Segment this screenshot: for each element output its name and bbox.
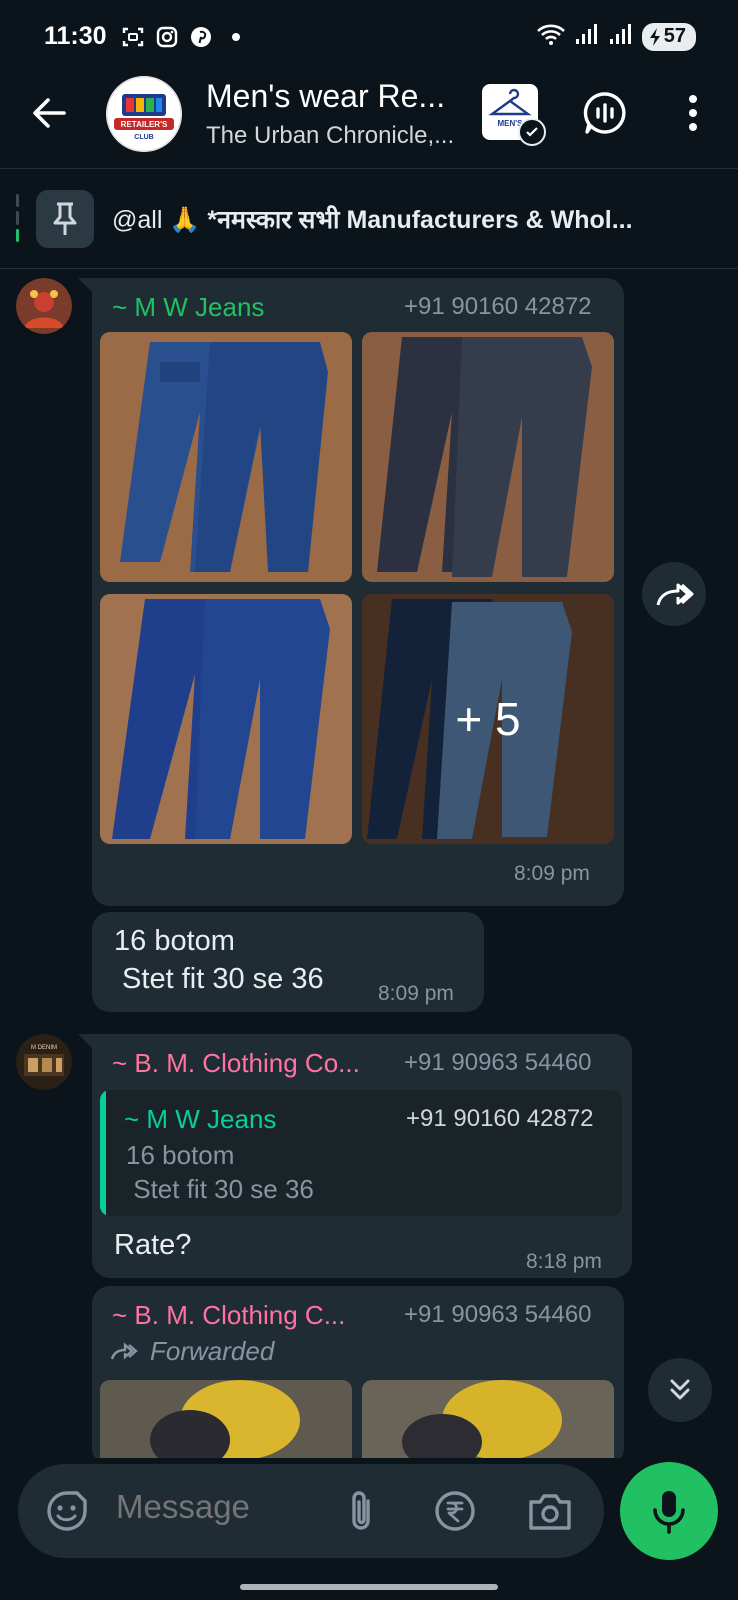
quote-bar xyxy=(100,1090,106,1216)
quoted-text-line2: Stet fit 30 se 36 xyxy=(126,1174,314,1204)
voice-message-button[interactable] xyxy=(620,1462,718,1560)
svg-text:RETAILER'S: RETAILER'S xyxy=(121,120,168,129)
svg-text:M DENIM: M DENIM xyxy=(31,1045,57,1051)
pinterest-icon xyxy=(188,24,214,50)
message-input[interactable] xyxy=(116,1488,336,1526)
message-time: 8:18 pm xyxy=(526,1250,602,1273)
screenshot-icon xyxy=(120,24,146,50)
scroll-to-bottom-button[interactable] xyxy=(648,1358,712,1422)
message-sender[interactable]: ~ B. M. Clothing Co... xyxy=(112,1048,360,1079)
chat-header: RETAILER'S CLUB Men's wear Re... The Urb… xyxy=(0,72,738,168)
attach-button[interactable] xyxy=(338,1486,384,1536)
notification-dot xyxy=(232,33,240,41)
pinned-bold-text: *नमस्कार सभी Manufacturers & Whol... xyxy=(207,206,633,234)
album-photo-1[interactable] xyxy=(100,332,352,582)
rupee-icon xyxy=(435,1491,475,1531)
forwarded-photo-1[interactable] xyxy=(100,1380,352,1458)
pinned-divider xyxy=(0,268,738,269)
mic-icon xyxy=(653,1491,685,1534)
chat-title[interactable]: Men's wear Re... xyxy=(206,78,445,115)
pin-icon xyxy=(36,190,94,248)
wifi-icon xyxy=(536,22,566,51)
album-photo-2[interactable] xyxy=(362,332,614,582)
status-time: 11:30 xyxy=(44,22,107,50)
battery-indicator: 57 xyxy=(641,22,696,51)
forwarded-photo-2[interactable] xyxy=(362,1380,614,1458)
charging-icon xyxy=(649,27,660,46)
forwarded-text: Forwarded xyxy=(150,1336,275,1366)
notification-icons xyxy=(120,24,240,50)
quoted-sender: ~ M W Jeans xyxy=(124,1104,277,1134)
message-composer xyxy=(18,1464,604,1558)
pin-indicator xyxy=(16,194,19,242)
sender-name-text: ~ B. M. Clothing C... xyxy=(112,1300,346,1330)
community-badge[interactable]: MEN'S xyxy=(482,84,546,146)
signal-icon xyxy=(574,22,600,51)
chevron-double-down-icon xyxy=(670,1379,690,1400)
header-divider xyxy=(0,168,738,169)
group-avatar[interactable]: RETAILER'S CLUB xyxy=(106,76,182,152)
svg-text:CLUB: CLUB xyxy=(134,134,153,141)
more-photos-count[interactable]: + 5 xyxy=(362,594,614,844)
check-badge-icon xyxy=(518,118,546,146)
pinned-text: @all 🙏 *नमस्कार सभी Manufacturers & Whol… xyxy=(112,202,712,236)
quoted-text-line1: 16 botom xyxy=(126,1140,235,1170)
message-text: Rate? xyxy=(114,1229,192,1261)
retailers-club-logo: RETAILER'S CLUB xyxy=(106,76,182,152)
message-time: 8:09 pm xyxy=(378,982,454,1005)
instagram-icon xyxy=(154,24,180,50)
quoted-message[interactable]: ~ M W Jeans +91 90160 42872 16 botom Ste… xyxy=(100,1090,622,1216)
message-sender[interactable]: ~ M W Jeans xyxy=(112,292,264,323)
more-options-button[interactable] xyxy=(676,88,710,138)
message-sender-phone: +91 90963 54460 xyxy=(404,1049,592,1076)
sticker-button[interactable] xyxy=(44,1488,90,1534)
forwarded-icon xyxy=(110,1341,138,1360)
paperclip-icon xyxy=(352,1491,370,1530)
message-sender[interactable]: ~ B. M. Clothing C... xyxy=(112,1300,345,1331)
sender-name-text: ~ B. M. Clothing Co... xyxy=(112,1048,360,1078)
album-photo-3[interactable] xyxy=(100,594,352,844)
more-vert-icon xyxy=(689,95,697,103)
forward-icon xyxy=(656,583,694,606)
back-button[interactable] xyxy=(26,90,72,136)
payment-button[interactable] xyxy=(432,1488,478,1534)
album-photo-4[interactable]: + 5 xyxy=(362,594,614,844)
pinned-prefix: @all 🙏 xyxy=(112,206,208,234)
sender-avatar-mw-jeans[interactable] xyxy=(16,278,72,334)
chat-subtitle[interactable]: The Urban Chronicle,... xyxy=(206,122,454,150)
battery-level: 57 xyxy=(663,25,686,47)
message-sender-phone: +91 90160 42872 xyxy=(404,293,592,320)
message-text-line2: Stet fit 30 se 36 xyxy=(114,963,324,995)
pinned-message-bar[interactable]: @all 🙏 *नमस्कार सभी Manufacturers & Whol… xyxy=(0,170,738,266)
status-bar: 11:30 57 xyxy=(0,0,738,72)
quoted-phone: +91 90160 42872 xyxy=(406,1105,594,1132)
sticker-icon xyxy=(47,1491,87,1531)
sender-name-text: ~ M W Jeans xyxy=(112,292,265,322)
camera-button[interactable] xyxy=(526,1488,574,1534)
forward-button[interactable] xyxy=(642,562,706,626)
system-icons: 57 xyxy=(536,22,696,51)
sender-avatar-bm-clothing[interactable]: M DENIM xyxy=(16,1034,72,1090)
signal-icon-2 xyxy=(608,22,634,51)
message-sender-phone: +91 90963 54460 xyxy=(404,1301,592,1328)
camera-icon xyxy=(529,1494,571,1530)
message-text-line1: 16 botom xyxy=(114,925,235,957)
voice-chat-button[interactable] xyxy=(580,88,630,138)
voice-chat-icon xyxy=(583,92,626,134)
home-indicator[interactable] xyxy=(240,1584,498,1590)
back-arrow-icon xyxy=(33,98,66,128)
forwarded-label: Forwarded xyxy=(110,1336,274,1367)
message-time: 8:09 pm xyxy=(514,862,590,885)
